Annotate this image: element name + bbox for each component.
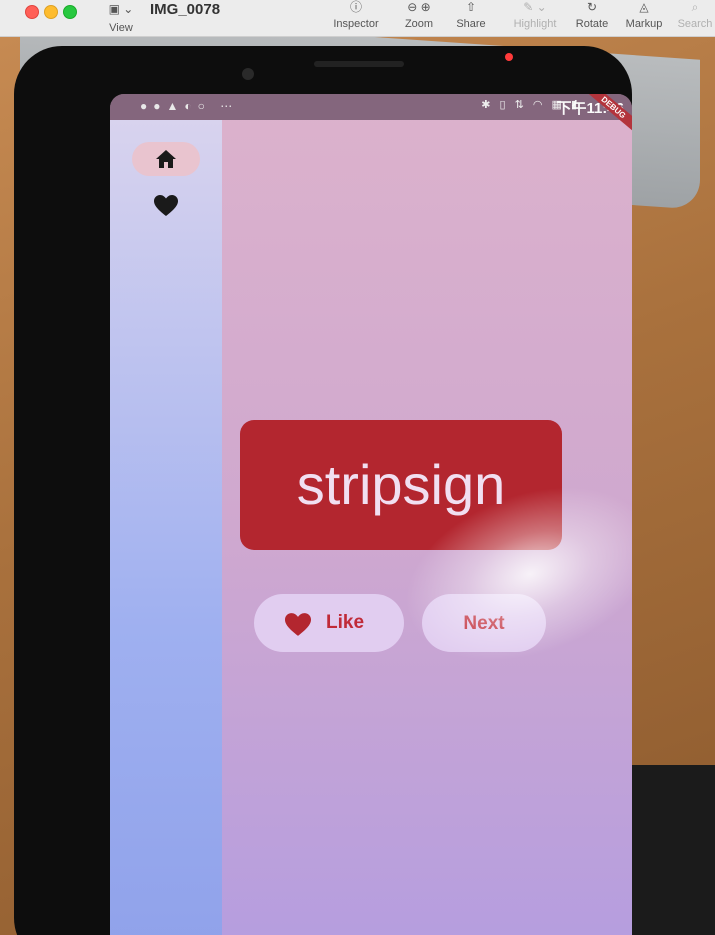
info-icon: ⓘ (349, 0, 362, 14)
front-camera (242, 68, 254, 80)
phone-screen: ●●▲◐○ ⋯ ✱ ▯ ⇅ ◠ ▦ ▮ 下午11:46 DEBUG strips… (110, 94, 632, 935)
view-label: View (109, 22, 133, 34)
notification-icons: ●●▲◐○ ⋯ (140, 99, 239, 113)
home-icon (156, 150, 176, 168)
photo-canvas: ●●▲◐○ ⋯ ✱ ▯ ⇅ ◠ ▦ ▮ 下午11:46 DEBUG strips… (0, 36, 715, 935)
heart-icon (154, 195, 178, 216)
like-button-label: Like (326, 612, 365, 633)
search-icon: ⌕ (691, 0, 699, 14)
highlight-label: Highlight (513, 18, 557, 30)
next-button-label: Next (463, 613, 505, 634)
phone-device: ●●▲◐○ ⋯ ✱ ▯ ⇅ ◠ ▦ ▮ 下午11:46 DEBUG strips… (14, 46, 632, 935)
share-label: Share (456, 18, 486, 30)
highlight-pen-icon: ✎ ⌄ (523, 0, 547, 14)
inspector-label: Inspector (333, 18, 379, 30)
like-button[interactable]: Like (254, 594, 404, 652)
inspector-button[interactable]: ⓘ Inspector (330, 0, 382, 36)
preview-toolbar: ▣ ⌄ View IMG_0078 ⓘ Inspector ⊖ ⊕ Zoom ⇧… (0, 0, 715, 37)
earpiece-speaker (314, 61, 404, 67)
heart-icon (285, 613, 311, 636)
zoom-window-button[interactable] (63, 5, 77, 19)
zoom-label: Zoom (404, 18, 434, 30)
minimize-window-button[interactable] (44, 5, 58, 19)
sidebar-icon: ▣ ⌄ (108, 2, 134, 16)
markup-button[interactable]: ◬ Markup (622, 0, 666, 36)
word-pair-card: stripsign (240, 420, 562, 550)
rotate-icon: ↻ (586, 0, 598, 14)
document-title: IMG_0078 (150, 1, 221, 18)
android-status-bar: ●●▲◐○ ⋯ ✱ ▯ ⇅ ◠ ▦ ▮ 下午11:46 DEBUG (110, 94, 632, 133)
word-pair-text: stripsign (296, 453, 506, 516)
rail-item-home[interactable] (132, 142, 200, 176)
markup-icon: ◬ (639, 0, 649, 14)
search-label: Search (677, 18, 713, 30)
navigation-rail (110, 120, 222, 935)
notification-led (505, 53, 513, 61)
close-window-button[interactable] (25, 5, 39, 19)
share-icon: ⇧ (465, 0, 477, 14)
rotate-label: Rotate (575, 18, 609, 30)
zoom-button[interactable]: ⊖ ⊕ Zoom (396, 0, 442, 36)
next-button[interactable]: Next (422, 594, 546, 652)
rotate-button[interactable]: ↻ Rotate (573, 0, 611, 36)
search-button[interactable]: ⌕ Search (676, 0, 714, 36)
rail-item-favorites[interactable] (148, 194, 184, 230)
share-button[interactable]: ⇧ Share (452, 0, 490, 36)
view-menu-button[interactable]: ▣ ⌄ View (104, 0, 138, 36)
zoom-icon: ⊖ ⊕ (407, 0, 431, 14)
markup-label: Markup (625, 18, 663, 30)
highlight-button[interactable]: ✎ ⌄ Highlight (508, 0, 562, 36)
